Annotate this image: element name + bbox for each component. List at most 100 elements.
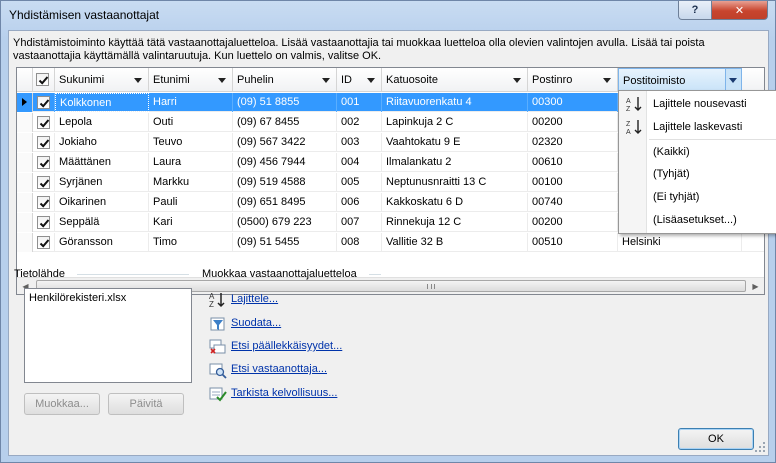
- select-all-checkbox[interactable]: [36, 73, 49, 86]
- scroll-right-icon[interactable]: ▶: [747, 278, 764, 294]
- cell-katuosoite: Kakkoskatu 6 D: [382, 193, 528, 212]
- cell-puhelin: (09) 67 8455: [233, 113, 337, 132]
- column-header-puhelin[interactable]: Puhelin: [233, 68, 337, 92]
- cell-postinro: 00510: [528, 233, 618, 252]
- cell-katuosoite: Vaahtokatu 9 E: [382, 133, 528, 152]
- edit-list-label: Muokkaa vastaanottajaluetteloa: [202, 268, 357, 280]
- cell-id: 002: [337, 113, 382, 132]
- filter-icon: [210, 317, 225, 331]
- help-icon: ?: [691, 4, 699, 16]
- cell-postinro: 00740: [528, 193, 618, 212]
- cell-etunimi: Timo: [149, 233, 233, 252]
- menu-item-advanced[interactable]: (Lisäasetukset...): [619, 209, 776, 231]
- datasource-listbox[interactable]: Henkilörekisteri.xlsx: [24, 288, 192, 383]
- row-checkbox[interactable]: [37, 236, 50, 249]
- cell-puhelin: (09) 651 8495: [233, 193, 337, 212]
- row-checkbox-cell: [33, 233, 55, 252]
- row-indicator: [17, 93, 33, 112]
- chevron-down-icon[interactable]: [134, 78, 142, 83]
- column-header-etunimi[interactable]: Etunimi: [149, 68, 233, 92]
- resize-grip-icon[interactable]: [754, 441, 766, 453]
- chevron-down-icon[interactable]: [603, 78, 611, 83]
- cell-katuosoite: Ilmalankatu 2: [382, 153, 528, 172]
- cell-sukunimi: Määttänen: [55, 153, 149, 172]
- cell-etunimi: Laura: [149, 153, 233, 172]
- datasource-divider: [77, 274, 189, 275]
- intro-text: Yhdistämistoiminto käyttää tätä vastaano…: [13, 37, 705, 62]
- chevron-down-icon[interactable]: [218, 78, 226, 83]
- cell-id: 001: [337, 93, 382, 112]
- row-checkbox[interactable]: [37, 176, 50, 189]
- row-checkbox[interactable]: [37, 216, 50, 229]
- row-checkbox[interactable]: [37, 96, 50, 109]
- cell-puhelin: (0500) 679 223: [233, 213, 337, 232]
- cell-id: 008: [337, 233, 382, 252]
- menu-item-all[interactable]: (Kaikki): [619, 141, 776, 163]
- column-header-postitoimisto[interactable]: Postitoimisto: [618, 68, 742, 92]
- chevron-down-icon[interactable]: [322, 78, 330, 83]
- ok-button[interactable]: OK: [678, 428, 754, 450]
- cell-postinro: 00200: [528, 113, 618, 132]
- row-indicator: [17, 113, 33, 132]
- table-row[interactable]: Göransson Timo (09) 51 5455 008 Vallitie 32 …: [17, 233, 764, 252]
- row-checkbox[interactable]: [37, 156, 50, 169]
- row-checkbox-cell: [33, 93, 55, 112]
- find-recipient-icon: [209, 363, 227, 379]
- cell-puhelin: (09) 456 7944: [233, 153, 337, 172]
- column-header-id[interactable]: ID: [337, 68, 382, 92]
- row-indicator: [17, 133, 33, 152]
- svg-text:A: A: [626, 129, 631, 135]
- edit-list-divider: [369, 274, 381, 275]
- grid-header: Sukunimi Etunimi Puhelin ID Katuosoite P…: [17, 68, 764, 92]
- menu-item-sort-descending[interactable]: ZA Lajittele laskevasti: [619, 116, 776, 138]
- cell-etunimi: Harri: [149, 93, 233, 112]
- cell-sukunimi: Syrjänen: [55, 173, 149, 192]
- row-indicator: [17, 153, 33, 172]
- cell-postinro: 00200: [528, 213, 618, 232]
- row-indicator: [17, 193, 33, 212]
- menu-item-sort-ascending[interactable]: AZ Lajittele nousevasti: [619, 93, 776, 115]
- cell-katuosoite: Lapinkuja 2 C: [382, 113, 528, 132]
- cell-puhelin: (09) 567 3422: [233, 133, 337, 152]
- svg-text:A: A: [626, 98, 631, 105]
- row-checkbox-cell: [33, 213, 55, 232]
- edit-datasource-button[interactable]: Muokkaa...: [24, 393, 100, 415]
- column-header-katuosoite[interactable]: Katuosoite: [382, 68, 528, 92]
- refresh-button[interactable]: Päivitä: [108, 393, 184, 415]
- current-row-icon: [22, 98, 27, 106]
- cell-etunimi: Markku: [149, 173, 233, 192]
- grip-icon: [427, 284, 435, 289]
- cell-sukunimi: Göransson: [55, 233, 149, 252]
- chevron-down-icon[interactable]: [367, 78, 375, 83]
- cell-puhelin: (09) 51 8855: [233, 93, 337, 112]
- menu-item-not-empty[interactable]: (Ei tyhjät): [619, 186, 776, 208]
- chevron-down-icon[interactable]: [513, 78, 521, 83]
- help-button[interactable]: ?: [678, 1, 712, 20]
- cell-etunimi: Kari: [149, 213, 233, 232]
- row-checkbox[interactable]: [37, 116, 50, 129]
- cell-katuosoite: Rinnekuja 12 C: [382, 213, 528, 232]
- cell-postinro: 00100: [528, 173, 618, 192]
- title-bar: Yhdistämisen vastaanottajat ? ✕: [1, 1, 775, 29]
- column-header-postinro[interactable]: Postinro: [528, 68, 618, 92]
- validate-icon: [209, 387, 227, 402]
- column-header-sukunimi[interactable]: Sukunimi: [55, 68, 149, 92]
- row-checkbox-cell: [33, 193, 55, 212]
- select-all-header[interactable]: [33, 68, 55, 92]
- row-indicator: [17, 173, 33, 192]
- datasource-file[interactable]: Henkilörekisteri.xlsx: [29, 292, 126, 304]
- row-indicator: [17, 213, 33, 232]
- chevron-down-icon[interactable]: [729, 78, 737, 83]
- window-title: Yhdistämisen vastaanottajat: [9, 8, 160, 22]
- row-checkbox[interactable]: [37, 196, 50, 209]
- row-checkbox[interactable]: [37, 136, 50, 149]
- svg-text:Z: Z: [626, 106, 631, 112]
- svg-text:Z: Z: [209, 300, 214, 309]
- cell-puhelin: (09) 519 4588: [233, 173, 337, 192]
- cell-etunimi: Pauli: [149, 193, 233, 212]
- menu-item-empty[interactable]: (Tyhjät): [619, 163, 776, 185]
- close-button[interactable]: ✕: [711, 1, 768, 20]
- cell-sukunimi: Kolkkonen: [55, 93, 149, 112]
- cell-sukunimi: Seppälä: [55, 213, 149, 232]
- menu-separator: [649, 139, 776, 140]
